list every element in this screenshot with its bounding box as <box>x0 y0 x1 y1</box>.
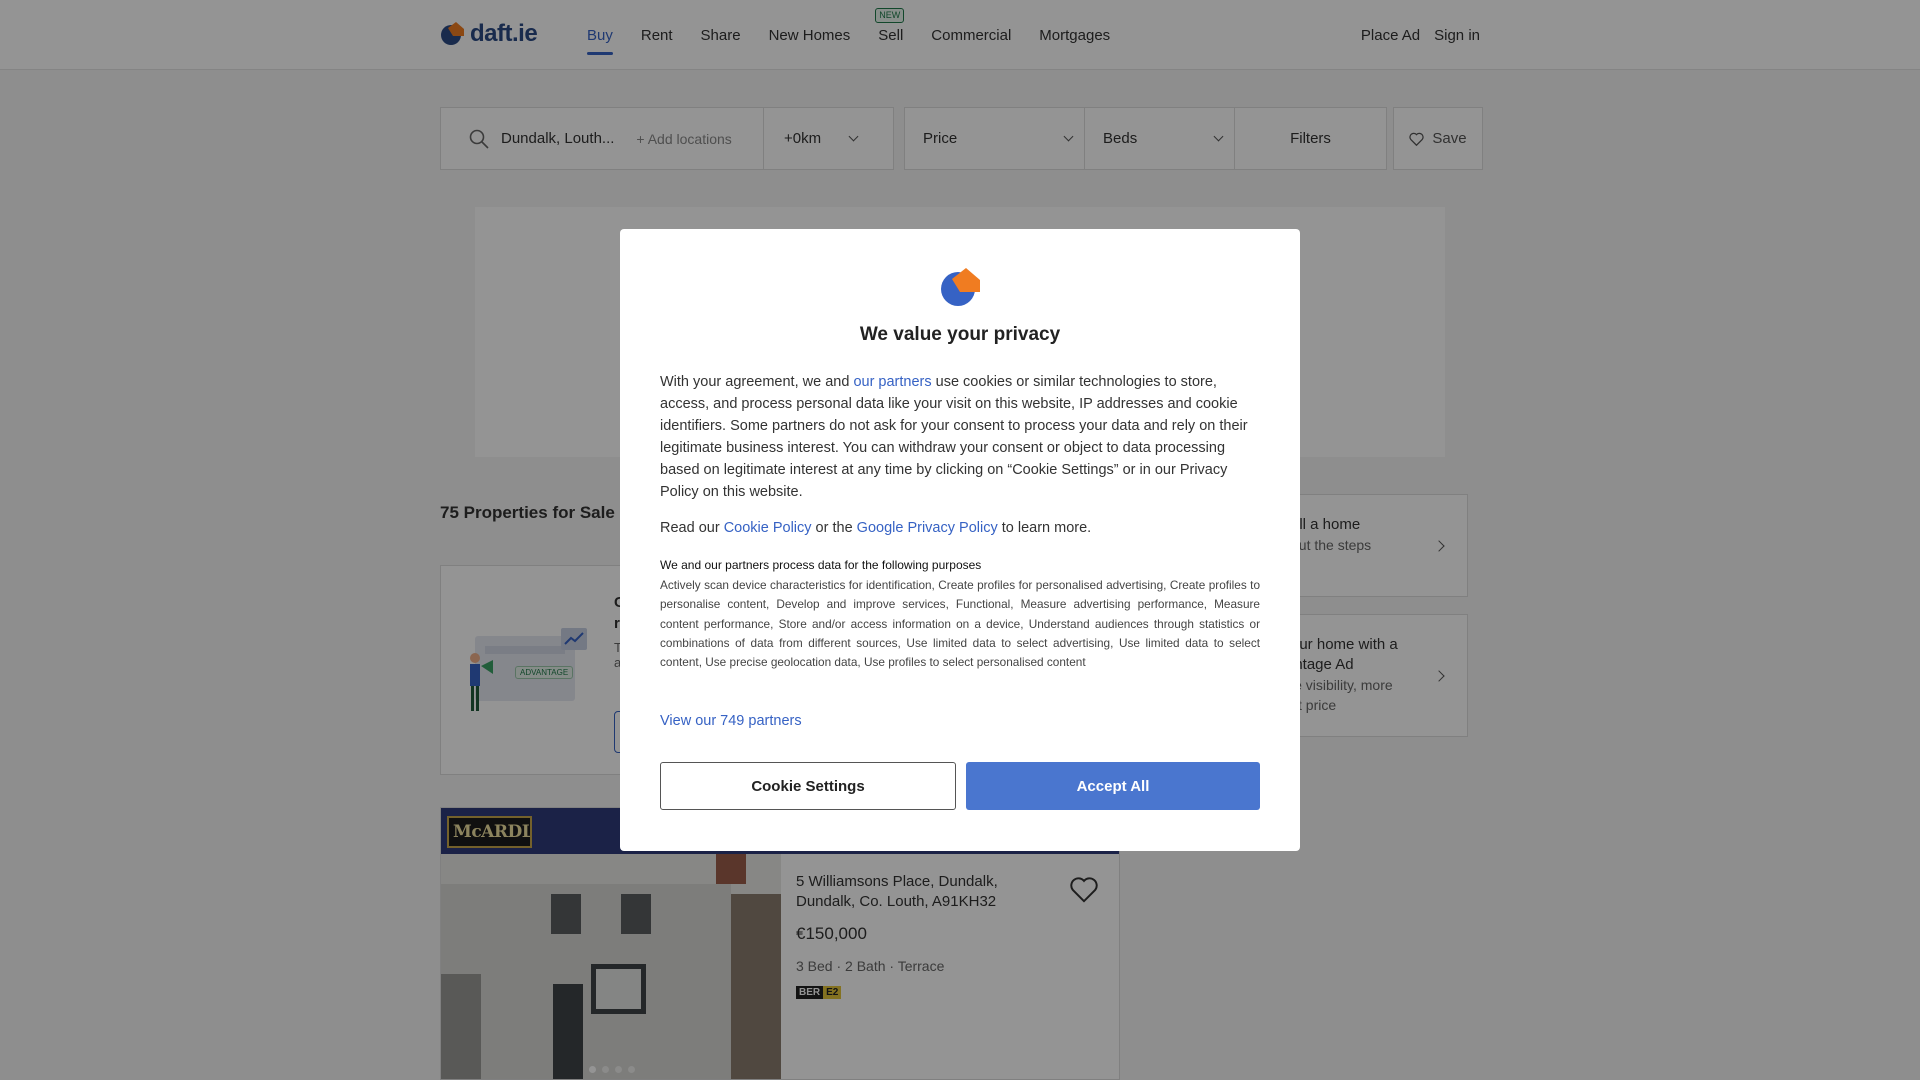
cookie-consent-dialog: We value your privacy With your agreemen… <box>620 229 1300 851</box>
policy-links-line: Read our Cookie Policy or the Google Pri… <box>660 520 1092 536</box>
purposes-list: Actively scan device characteristics for… <box>660 578 1260 670</box>
google-privacy-policy-link[interactable]: Google Privacy Policy <box>857 520 998 536</box>
consent-title: We value your privacy <box>859 324 1061 345</box>
accept-all-button[interactable]: Accept All <box>966 762 1260 810</box>
consent-body: With your agreement, we and our partners… <box>660 374 1248 500</box>
cookie-settings-button[interactable]: Cookie Settings <box>660 762 956 810</box>
our-partners-link[interactable]: our partners <box>853 374 931 390</box>
cookie-policy-link[interactable]: Cookie Policy <box>724 520 812 536</box>
purposes-heading: We and our partners process data for the… <box>660 558 982 572</box>
daft-house-logo-icon <box>941 268 980 306</box>
view-partners-link[interactable]: View our 749 partners <box>660 713 802 729</box>
